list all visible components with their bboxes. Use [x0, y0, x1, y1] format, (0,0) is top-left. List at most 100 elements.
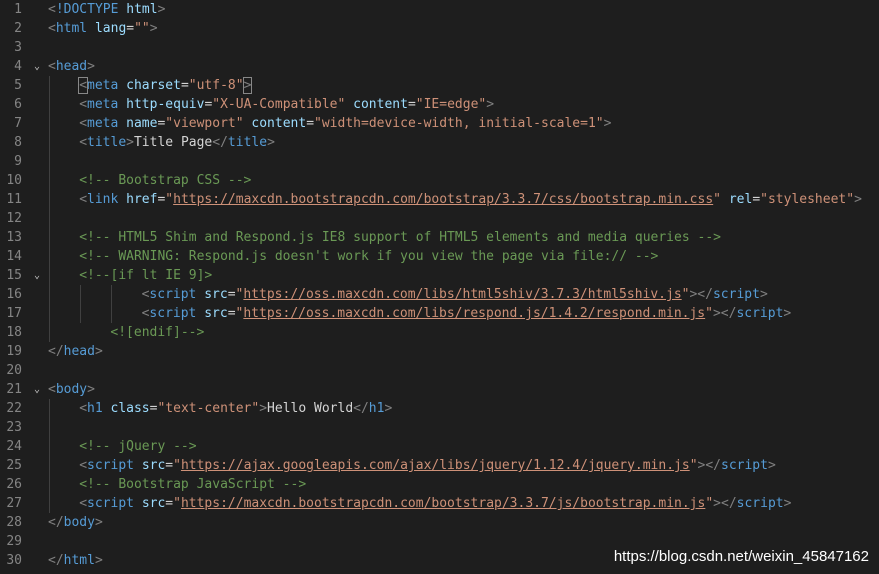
code-token: html [63, 553, 95, 568]
code-line[interactable]: 2 <html lang=""> [0, 19, 879, 38]
code-content: </body> [48, 513, 103, 532]
code-line[interactable]: 23 [0, 418, 879, 437]
code-token: html [126, 2, 158, 17]
code-token: > [94, 344, 103, 359]
code-token: > [783, 306, 792, 321]
code-line[interactable]: 15 ⌄ <!--[if lt IE 9]> [0, 266, 879, 285]
code-line[interactable]: 8 <title>Title Page</title> [0, 133, 879, 152]
code-line[interactable]: 16 <script src="https://oss.maxcdn.com/li… [0, 285, 879, 304]
code-token: <!-- jQuery --> [79, 439, 197, 454]
line-number: 25 [6, 458, 22, 473]
code-line[interactable]: 27 <script src="https://maxcdn.bootstrapc… [0, 494, 879, 513]
code-token: https://maxcdn.bootstrapcdn.com/bootstra… [173, 192, 714, 207]
code-line[interactable]: 21 ⌄ <body> [0, 380, 879, 399]
code-line[interactable]: 18 <![endif]--> [0, 323, 879, 342]
code-token: > [267, 135, 275, 150]
code-token: <!-- Bootstrap CSS --> [79, 173, 252, 188]
code-token: <!-- HTML5 Shim and Respond.js IE8 suppo… [79, 230, 721, 245]
code-token: < [79, 401, 88, 416]
line-number: 30 [6, 553, 22, 568]
code-token: html [55, 21, 88, 36]
code-line[interactable]: 14 <!-- WARNING: Respond.js doesn't work … [0, 247, 879, 266]
code-content: <!-- Bootstrap CSS --> [79, 171, 251, 190]
code-token: < [79, 192, 88, 207]
code-token: script [736, 496, 784, 511]
code-token: < [48, 2, 56, 17]
code-line[interactable]: 11 <link href = "https://maxcdn.bootstrapcd… [0, 190, 879, 209]
code-token: " [165, 192, 174, 207]
code-token: src [141, 496, 166, 511]
watermark: https://blog.csdn.net/weixin_45847162 [613, 548, 869, 565]
line-number: 27 [6, 496, 22, 511]
line-number: 29 [6, 534, 22, 549]
code-token: "stylesheet" [760, 192, 855, 207]
code-line[interactable]: 5 <meta charset="utf-8"> [0, 76, 879, 95]
fold-chevron-icon[interactable]: ⌄ [34, 266, 44, 285]
code-line[interactable]: 4 ⌄ <head> [0, 57, 879, 76]
code-token: meta [87, 78, 119, 93]
code-token: < [79, 458, 88, 473]
code-token: meta [87, 116, 119, 131]
code-line[interactable]: 17 <script src="https://oss.maxcdn.com/li… [0, 304, 879, 323]
code-content: <script src="https://maxcdn.bootstrapcdn… [79, 494, 791, 513]
code-content: <script src="https://oss.maxcdn.com/libs… [142, 304, 792, 323]
code-token: < [79, 116, 88, 131]
code-content: <script src="https://ajax.googleapis.com… [79, 456, 776, 475]
code-content: <html lang=""> [48, 19, 158, 38]
code-token: "X-UA-Compatible" [212, 97, 346, 112]
code-token: ></ [713, 496, 737, 511]
code-token: h1 [87, 401, 103, 416]
line-number: 26 [6, 477, 22, 492]
code-line[interactable]: 7 <meta name="viewport" content="width=de… [0, 114, 879, 133]
code-token: > [94, 553, 103, 568]
code-content: <link href = "https://maxcdn.bootstrapcdn.… [79, 190, 862, 209]
code-token: ></ [697, 458, 721, 473]
code-token: </ [48, 344, 64, 359]
code-token: > [486, 97, 495, 112]
fold-chevron-icon[interactable]: ⌄ [34, 380, 44, 399]
code-token: <!-- WARNING: Respond.js doesn't work if… [79, 249, 659, 264]
code-content: <meta http-equiv = "X-UA-Compatible" conte… [79, 95, 494, 114]
line-number: 13 [6, 230, 22, 245]
code-line[interactable]: 10 <!-- Bootstrap CSS --> [0, 171, 879, 190]
code-token: > [759, 287, 768, 302]
code-line[interactable]: 3 [0, 38, 879, 57]
code-line[interactable]: 26 <!-- Bootstrap JavaScript --> [0, 475, 879, 494]
code-token: meta [87, 97, 119, 112]
code-line[interactable]: 28 </body> [0, 513, 879, 532]
fold-chevron-icon[interactable]: ⌄ [34, 57, 44, 76]
line-number: 19 [6, 344, 22, 359]
code-line[interactable]: 20 [0, 361, 879, 380]
line-number: 4 [14, 59, 22, 74]
code-token: script [736, 306, 784, 321]
code-line[interactable]: 9 [0, 152, 879, 171]
code-token: "width=device-width, initial-scale=1" [314, 116, 604, 131]
code-token: script [87, 496, 134, 511]
code-line[interactable]: 25 <script src="https://ajax.googleapis.c… [0, 456, 879, 475]
code-token: http-equiv [126, 97, 205, 112]
code-token: = [227, 306, 236, 321]
code-content: <!-- jQuery --> [79, 437, 196, 456]
line-number: 2 [14, 21, 22, 36]
code-line[interactable]: 6 <meta http-equiv = "X-UA-Compatible" cont… [0, 95, 879, 114]
code-token: < [79, 135, 88, 150]
line-number: 18 [6, 325, 22, 340]
line-number: 5 [14, 78, 22, 93]
code-line[interactable]: 1 <!DOCTYPE html> [0, 0, 879, 19]
code-token: ></ [689, 287, 713, 302]
code-editor[interactable]: 1 <!DOCTYPE html> 2 <html lang=""> 3 4 ⌄ <head>… [0, 0, 879, 574]
code-line[interactable]: 12 [0, 209, 879, 228]
code-token: > [126, 135, 134, 150]
code-line[interactable]: 13 <!-- HTML5 Shim and Respond.js IE8 sup… [0, 228, 879, 247]
line-number: 10 [6, 173, 22, 188]
code-line[interactable]: 19 </head> [0, 342, 879, 361]
code-line[interactable]: 24 <!-- jQuery --> [0, 437, 879, 456]
code-token: https://oss.maxcdn.com/libs/respond.js/1… [243, 306, 706, 321]
code-token: > [259, 401, 268, 416]
code-line[interactable]: 22 <h1 class="text-center">Hello World</h… [0, 399, 879, 418]
code-token: script [712, 287, 760, 302]
code-content: <!-- Bootstrap JavaScript --> [79, 475, 306, 494]
code-token: > [767, 458, 776, 473]
